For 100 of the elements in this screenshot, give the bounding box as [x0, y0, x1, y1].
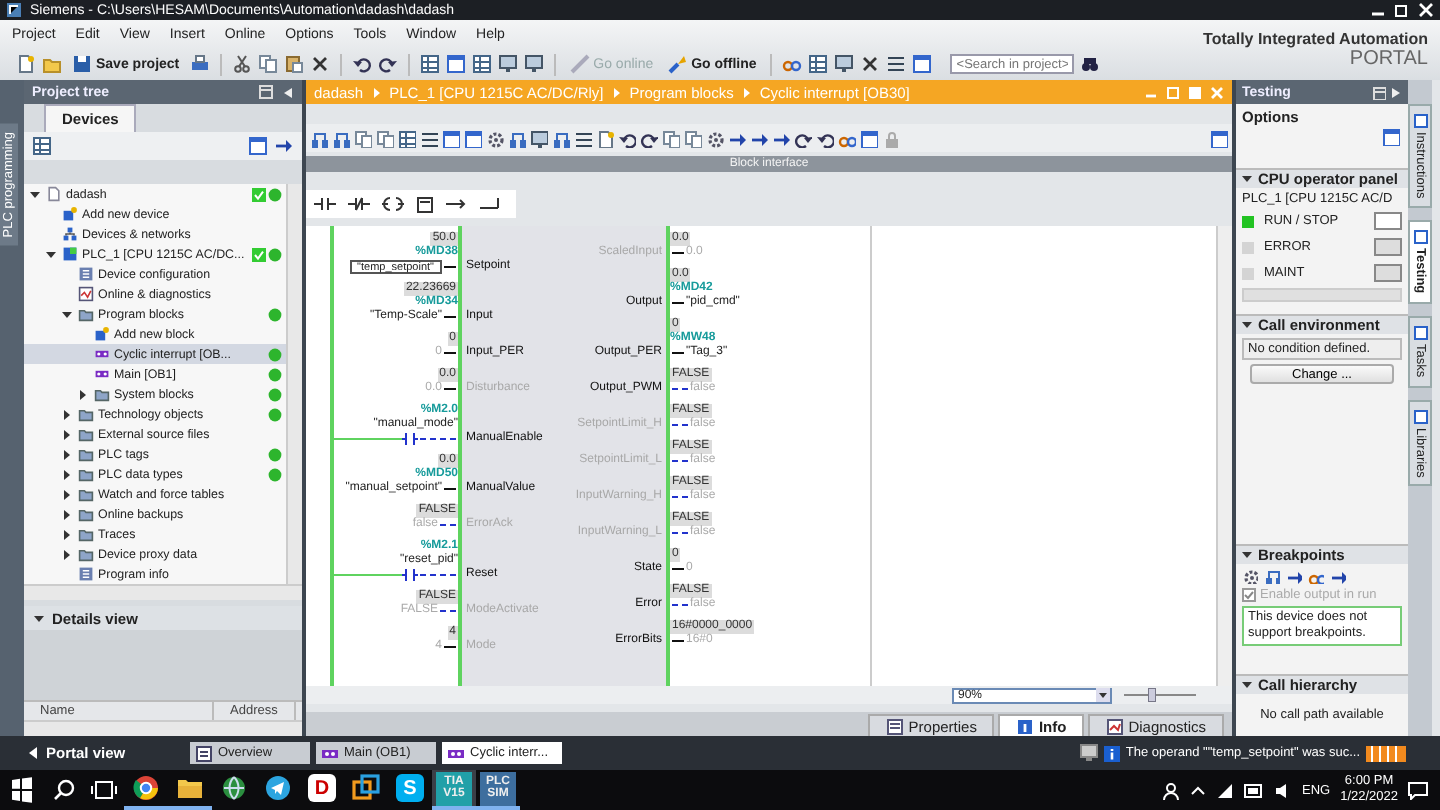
caret-icon[interactable] — [60, 507, 74, 521]
undo-icon[interactable] — [351, 54, 372, 74]
arrow-icon[interactable] — [1330, 568, 1346, 584]
table-icon[interactable] — [419, 54, 440, 74]
monitor-icon[interactable] — [834, 54, 855, 74]
scrollbar[interactable] — [1242, 288, 1402, 302]
arrow-icon[interactable] — [1286, 568, 1302, 584]
window-icon[interactable] — [912, 54, 933, 74]
caret-icon[interactable] — [60, 447, 74, 461]
taskbar-app[interactable] — [124, 770, 168, 810]
copy-icon[interactable] — [257, 54, 278, 74]
caret-icon[interactable] — [28, 187, 42, 201]
branch-open-icon[interactable] — [446, 196, 468, 212]
collapse-icon[interactable] — [1390, 85, 1402, 99]
window-icon[interactable] — [464, 129, 482, 147]
restore-icon[interactable] — [1394, 2, 1410, 18]
table-icon[interactable] — [32, 136, 52, 156]
network-icon[interactable] — [1215, 781, 1234, 799]
copy-icon[interactable] — [684, 129, 702, 147]
caret-icon[interactable] — [44, 247, 58, 261]
dropdown-icon[interactable] — [1096, 688, 1110, 702]
scrollbar[interactable] — [24, 584, 302, 600]
monitor-icon[interactable] — [1079, 744, 1098, 762]
paste-icon[interactable] — [283, 54, 304, 74]
caret-icon[interactable] — [76, 387, 90, 401]
diagnostics-icon — [78, 286, 94, 302]
close-icon[interactable] — [1418, 2, 1434, 18]
volume-icon[interactable] — [1273, 781, 1292, 799]
tab-icon — [1413, 230, 1427, 245]
redo-icon[interactable] — [640, 129, 658, 147]
contact-icon — [402, 432, 418, 446]
panel-button[interactable] — [1374, 264, 1402, 282]
notification-icon[interactable] — [1408, 781, 1428, 799]
block-icon — [94, 366, 110, 382]
redo-icon[interactable] — [794, 129, 812, 147]
info-icon — [1016, 717, 1035, 735]
network-icon — [62, 226, 78, 242]
table-icon[interactable] — [808, 54, 829, 74]
new-document-icon[interactable] — [16, 54, 36, 74]
window-icon[interactable] — [860, 129, 878, 147]
brand-subtitle: PORTAL — [1349, 48, 1428, 70]
properties-icon — [886, 717, 905, 735]
slider-thumb-icon[interactable] — [1148, 688, 1157, 702]
gear-icon[interactable] — [1242, 568, 1258, 584]
panel-button[interactable] — [1374, 212, 1402, 230]
people-icon[interactable] — [1161, 781, 1180, 799]
scrollbar[interactable] — [24, 720, 302, 736]
gear-icon[interactable] — [706, 129, 724, 147]
undo-icon[interactable] — [618, 129, 636, 147]
caret-icon[interactable] — [60, 547, 74, 561]
zoom-slider[interactable] — [1124, 688, 1196, 702]
scrollbar[interactable] — [286, 184, 302, 584]
window-icon[interactable] — [248, 136, 268, 156]
list-icon[interactable] — [574, 129, 592, 147]
scrollbar[interactable] — [1216, 226, 1232, 686]
caret-icon[interactable] — [32, 611, 46, 625]
delete-icon[interactable] — [860, 54, 881, 74]
caret-icon[interactable] — [60, 407, 74, 421]
folder-icon — [176, 774, 204, 802]
new-document-icon[interactable] — [596, 129, 614, 147]
caret-icon[interactable] — [60, 527, 74, 541]
copy-icon[interactable] — [354, 129, 372, 147]
gear-icon[interactable] — [486, 129, 504, 147]
panel-button[interactable] — [1374, 238, 1402, 256]
monitor-icon[interactable] — [530, 129, 548, 147]
binoculars-icon[interactable] — [1080, 54, 1101, 74]
arrow-icon[interactable] — [274, 136, 294, 156]
caret-icon[interactable] — [60, 487, 74, 501]
taskbar-app[interactable]: D — [300, 770, 344, 810]
caret-icon[interactable] — [60, 467, 74, 481]
window-icon[interactable] — [1382, 128, 1400, 146]
copy-icon[interactable] — [376, 129, 394, 147]
chevron-icon — [371, 85, 382, 99]
cut-icon[interactable] — [231, 54, 252, 74]
pin-line — [420, 438, 456, 440]
redo-icon[interactable] — [377, 54, 398, 74]
printer-icon[interactable] — [189, 54, 210, 74]
table-icon[interactable] — [471, 54, 492, 74]
caret-icon[interactable] — [60, 307, 74, 321]
chevron-up-icon[interactable] — [1189, 784, 1206, 796]
caret-icon[interactable] — [60, 427, 74, 441]
empty-box-icon[interactable] — [416, 195, 434, 213]
undo-icon[interactable] — [816, 129, 834, 147]
copy-icon[interactable] — [662, 129, 680, 147]
monitor-icon[interactable] — [497, 54, 518, 74]
collapse-icon[interactable] — [282, 85, 294, 99]
list-icon[interactable] — [886, 54, 907, 74]
window-icon[interactable] — [445, 54, 466, 74]
table-icon[interactable] — [398, 129, 416, 147]
list-icon[interactable] — [420, 129, 438, 147]
battery-icon[interactable] — [1243, 783, 1264, 797]
contact-icon[interactable] — [314, 196, 336, 212]
negated-contact-icon[interactable] — [348, 196, 370, 212]
monitor-icon[interactable] — [523, 54, 544, 74]
delete-icon[interactable] — [309, 54, 330, 74]
block-icon — [448, 745, 464, 761]
coil-icon[interactable] — [382, 196, 404, 212]
window-icon[interactable] — [442, 129, 460, 147]
branch-close-icon[interactable] — [480, 196, 502, 212]
window-icon[interactable] — [1210, 129, 1228, 147]
